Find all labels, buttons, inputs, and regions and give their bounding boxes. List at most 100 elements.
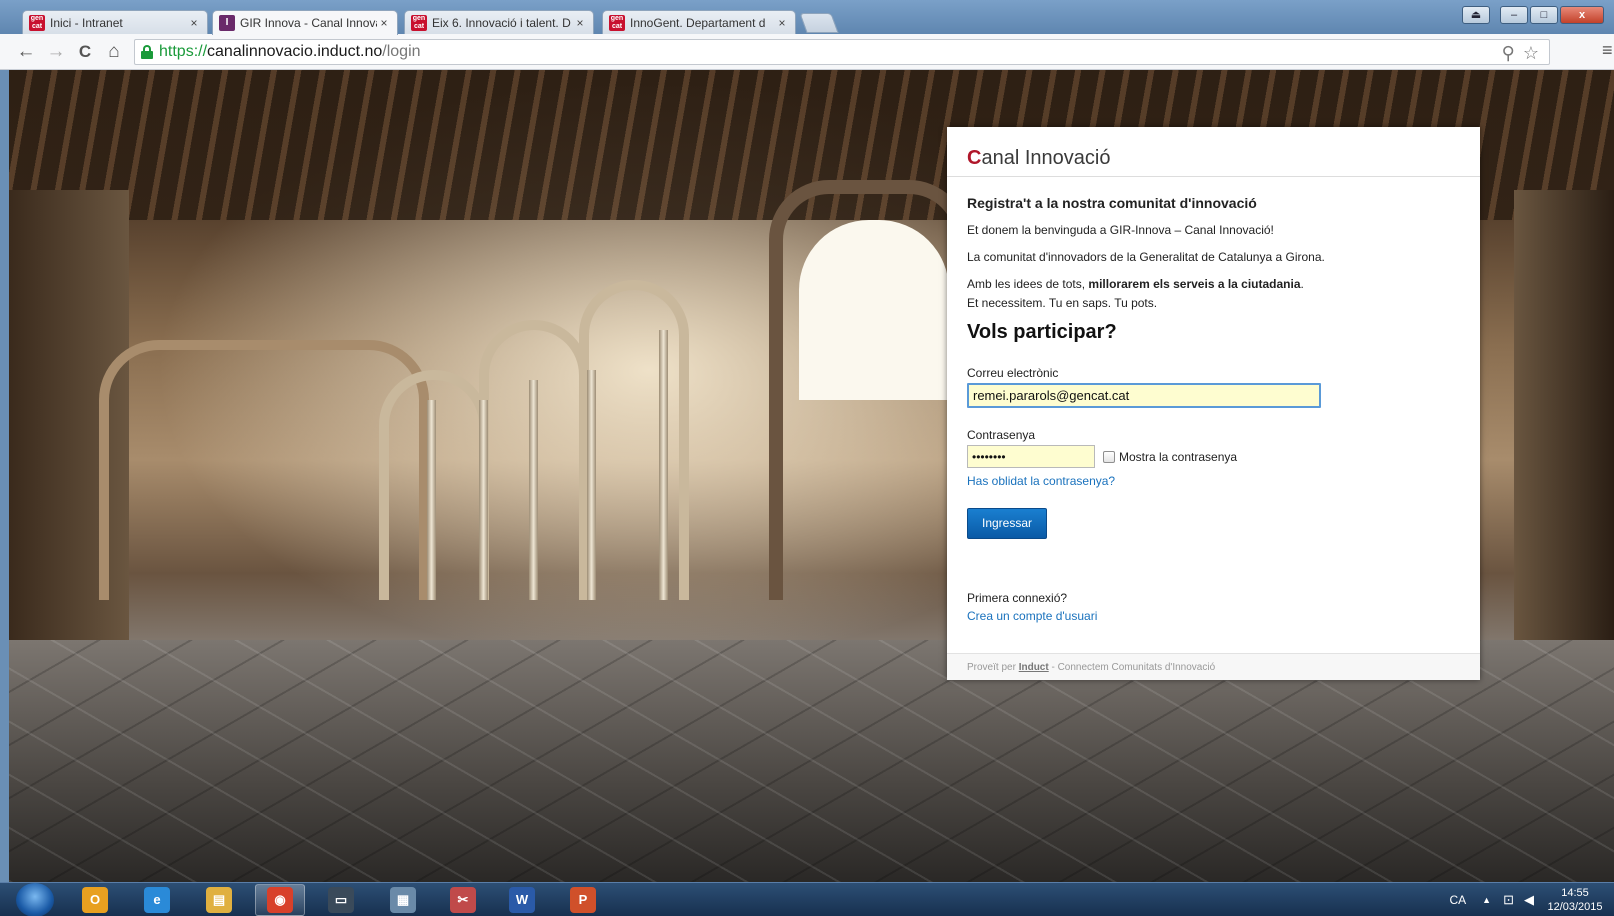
create-account-link[interactable]: Crea un compte d'usuari bbox=[967, 609, 1460, 623]
lock-icon bbox=[141, 45, 153, 59]
network-icon[interactable]: ⊡ bbox=[1503, 892, 1514, 908]
powerpoint-icon: P bbox=[570, 887, 596, 913]
tab-strip: gen cat Inici - Intranet × I GIR Innova … bbox=[0, 0, 1614, 35]
background-column bbox=[659, 330, 668, 600]
login-button[interactable]: Ingressar bbox=[967, 508, 1048, 539]
tab-title: Eix 6. Innovació i talent. D bbox=[432, 15, 571, 30]
gencat-icon: gen cat bbox=[29, 14, 45, 31]
menu-icon[interactable]: ≡ bbox=[1602, 40, 1613, 61]
forgot-password-link[interactable]: Has oblidat la contrasenya? bbox=[967, 474, 1460, 488]
participate-heading: Vols participar? bbox=[967, 321, 1117, 343]
browser-toolbar: ← → C ⌂ https:// canalinnovacio.induct.n… bbox=[0, 34, 1614, 70]
taskbar-item-powerpoint[interactable]: P bbox=[558, 884, 608, 916]
background-column bbox=[427, 400, 436, 600]
close-icon[interactable]: × bbox=[377, 16, 391, 30]
clock[interactable]: 14:55 12/03/2015 bbox=[1544, 886, 1606, 914]
url-host: canalinnovacio.induct.no bbox=[207, 43, 383, 60]
internet-explorer-icon: e bbox=[144, 887, 170, 913]
induct-link[interactable]: Induct bbox=[1019, 662, 1049, 673]
new-tab-button[interactable] bbox=[799, 13, 839, 33]
taskbar-item-chrome[interactable]: ◉ bbox=[255, 884, 305, 916]
tab-eix6[interactable]: gen cat Eix 6. Innovació i talent. D × bbox=[404, 10, 594, 34]
taskbar-item-internet-explorer[interactable]: e bbox=[132, 884, 182, 916]
tab-gir-innova[interactable]: I GIR Innova - Canal Innova × bbox=[212, 10, 398, 35]
back-icon[interactable]: ← bbox=[14, 41, 38, 63]
ideas-text: Amb les idees de tots, millorarem els se… bbox=[967, 275, 1460, 313]
user-icon[interactable]: ⏏ bbox=[1462, 6, 1490, 24]
calculator-icon: ▦ bbox=[390, 887, 416, 913]
card-body: Registra't a la nostra comunitat d'innov… bbox=[947, 177, 1480, 623]
email-field[interactable] bbox=[967, 383, 1321, 408]
close-icon[interactable]: × bbox=[775, 16, 789, 30]
need-text: Et necessitem. Tu en saps. Tu pots. bbox=[967, 296, 1158, 310]
taskbar-item-snipping-tool[interactable]: ✂ bbox=[438, 884, 488, 916]
terminal-icon: ▭ bbox=[328, 887, 354, 913]
outlook-icon: O bbox=[82, 887, 108, 913]
footer-suffix: - Connectem Comunitats d'Innovació bbox=[1048, 662, 1216, 673]
minimize-button[interactable]: – bbox=[1500, 6, 1528, 24]
forward-icon[interactable]: → bbox=[44, 41, 68, 63]
ideas-suffix: . bbox=[1300, 277, 1304, 291]
password-row: Mostra la contrasenya bbox=[967, 445, 1460, 468]
show-hidden-icons-icon[interactable]: ▲ bbox=[1482, 895, 1491, 905]
email-label: Correu electrònic bbox=[967, 366, 1059, 380]
taskbar-item-outlook[interactable]: O bbox=[70, 884, 120, 916]
password-label: Contrasenya bbox=[967, 428, 1036, 442]
logo-text: anal bbox=[981, 147, 1025, 169]
extension-icon[interactable]: ⚲ bbox=[1502, 43, 1515, 64]
tab-title: GIR Innova - Canal Innova bbox=[240, 16, 377, 30]
show-password-checkbox[interactable] bbox=[1103, 450, 1115, 463]
card-footer: Proveït per Induct - Connectem Comunitat… bbox=[947, 653, 1480, 680]
password-field[interactable] bbox=[967, 445, 1095, 468]
browser-window: gen cat Inici - Intranet × I GIR Innova … bbox=[0, 0, 1614, 916]
induct-icon: I bbox=[219, 15, 235, 31]
welcome-text: Et donem la benvinguda a GIR-Innova – Ca… bbox=[967, 223, 1274, 237]
volume-icon[interactable]: ◀ bbox=[1524, 892, 1534, 908]
omnibox-actions: ⚲ ☆ bbox=[1502, 43, 1539, 64]
close-icon[interactable]: × bbox=[187, 16, 201, 30]
background-column bbox=[529, 380, 538, 600]
login-card: Canal Innovació Registra't a la nostra c… bbox=[947, 127, 1480, 680]
maximize-button[interactable]: □ bbox=[1530, 6, 1558, 24]
reload-icon[interactable]: C bbox=[73, 41, 97, 63]
window-controls: ⏏ – □ x bbox=[1462, 6, 1604, 24]
taskbar-item-calculator[interactable]: ▦ bbox=[378, 884, 428, 916]
page-viewport: Canal Innovació Registra't a la nostra c… bbox=[9, 70, 1614, 882]
taskbar: Oe ▤ ◉ ▭ ▦ ✂ W P CA ▲ ⊡ ◀ 14:55 12/03/2015 bbox=[0, 882, 1614, 916]
background-column bbox=[587, 370, 596, 600]
gencat-icon: gen cat bbox=[609, 14, 625, 31]
register-heading: Registra't a la nostra comunitat d'innov… bbox=[967, 195, 1257, 211]
bookmark-star-icon[interactable]: ☆ bbox=[1523, 43, 1539, 64]
footer-prefix: Proveït per bbox=[967, 662, 1019, 673]
taskbar-item-terminal[interactable]: ▭ bbox=[316, 884, 366, 916]
show-password-label[interactable]: Mostra la contrasenya bbox=[1119, 450, 1237, 464]
tab-title: InnoGent. Departament d bbox=[630, 15, 766, 30]
close-window-button[interactable]: x bbox=[1560, 6, 1604, 24]
community-text: La comunitat d'innovadors de la Generali… bbox=[967, 250, 1325, 264]
snipping-tool-icon: ✂ bbox=[450, 887, 476, 913]
ideas-bold: millorarem els serveis a la ciutadania bbox=[1088, 277, 1301, 291]
clock-date: 12/03/2015 bbox=[1547, 901, 1603, 913]
start-button[interactable] bbox=[16, 883, 54, 916]
system-tray: CA ▲ ⊡ ◀ 14:55 12/03/2015 bbox=[1450, 883, 1614, 916]
background-column bbox=[479, 400, 488, 600]
tab-title: Inici - Intranet bbox=[50, 15, 123, 30]
address-bar[interactable]: https:// canalinnovacio.induct.no /login… bbox=[134, 39, 1550, 65]
chrome-icon: ◉ bbox=[267, 887, 293, 913]
home-icon[interactable]: ⌂ bbox=[102, 41, 126, 63]
ideas-prefix: Amb les idees de tots, bbox=[967, 277, 1089, 291]
gencat-icon: gen cat bbox=[411, 14, 427, 31]
tab-innogent[interactable]: gen cat InnoGent. Departament d × bbox=[602, 10, 796, 34]
taskbar-item-file-explorer[interactable]: ▤ bbox=[194, 884, 244, 916]
first-connection-text: Primera connexió? bbox=[967, 591, 1068, 605]
word-icon: W bbox=[509, 887, 535, 913]
tab-intranet[interactable]: gen cat Inici - Intranet × bbox=[22, 10, 208, 34]
taskbar-item-word[interactable]: W bbox=[497, 884, 547, 916]
close-icon[interactable]: × bbox=[573, 16, 587, 30]
language-indicator[interactable]: CA bbox=[1450, 893, 1467, 907]
logo-letter: C bbox=[967, 147, 982, 169]
url-scheme: https:// bbox=[159, 43, 208, 60]
file-explorer-icon: ▤ bbox=[206, 887, 232, 913]
url-path: /login bbox=[382, 43, 421, 60]
logo-text-innovacio: Innovació bbox=[1024, 147, 1111, 169]
